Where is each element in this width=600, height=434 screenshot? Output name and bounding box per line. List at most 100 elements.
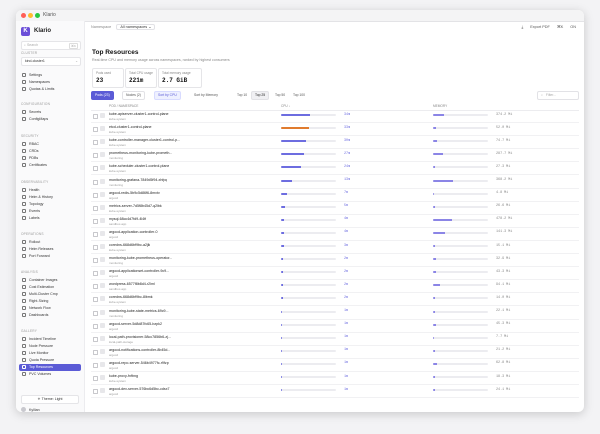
command-palette-button[interactable]: ⌘K [557,25,563,29]
sidebar-item-pvc-volumes[interactable]: PVC Volumes [19,371,81,378]
row-checkbox[interactable] [93,192,98,198]
pod-name[interactable]: coredns-668d6bf9bc-a2jlk [109,243,150,247]
pod-name[interactable]: kube-scheduler-cluster1-control-plane [109,164,169,168]
sidebar-item-multi-cluster-cmp[interactable]: Multi-Cluster Cmp [19,291,81,298]
sidebar-item-helm-releases[interactable]: Helm Releases [19,246,81,253]
sidebar-search-input[interactable]: ⌕ Search ⌘K [21,41,81,50]
row-checkbox[interactable] [93,297,98,303]
sidebar-item-configmaps[interactable]: ConfigMaps [19,116,81,123]
sidebar-item-namespaces[interactable]: Namespaces [19,79,81,86]
sidebar-item-rbac[interactable]: RBAC [19,141,81,148]
table-row[interactable]: mysql-68cc4d7fd9-4l4tf sandbox-app 4m 478.2… [91,216,579,228]
table-row[interactable]: metrics-server-7d5f8b45d7-q2lbk kube-syst… [91,203,579,215]
pod-name[interactable]: monitoring-grafana-7849d5f94-xhfpq [109,178,167,182]
sidebar-item-container-images[interactable]: Container Images [19,277,81,284]
row-checkbox[interactable] [93,140,98,146]
pod-name[interactable]: local-path-provisioner-58cc7856b6-zj... [109,335,171,339]
table-row[interactable]: monitoring-kube-state-metrics-69c9... mon… [91,308,579,320]
tab-pods[interactable]: Pods (23) [91,91,114,100]
pod-name[interactable]: argocd-repo-server-546b4977fc-r9fzp [109,361,169,365]
sidebar-item-rollout[interactable]: Rollout [19,239,81,246]
table-row[interactable]: monitoring-grafana-7849d5f94-xhfpq monito… [91,177,579,189]
table-row[interactable]: argocd-applicationset-controller-9c9... a… [91,268,579,281]
sidebar-item-network-flow[interactable]: Network Flow [19,305,81,312]
namespace-select[interactable]: All namespaces ⌄ [116,24,156,30]
row-checkbox[interactable] [93,114,98,119]
row-checkbox[interactable] [93,153,98,159]
sidebar-item-labels[interactable]: Labels [19,215,81,222]
sidebar-item-port-forward[interactable]: Port Forward [19,253,81,260]
sidebar-item-topology[interactable]: Topology [19,201,81,208]
top-50-button[interactable]: Top 50 [271,91,289,100]
cluster-select[interactable]: kind-cluster1 ⌄ [21,57,81,66]
column-header-memory[interactable]: MEMORY [433,104,447,108]
row-checkbox[interactable] [93,231,98,237]
table-row[interactable]: monitoring-kube-prometheus-operator... mo… [91,255,579,268]
column-header-name[interactable]: POD / NAMESPACE [109,104,138,108]
pod-name[interactable]: argocd-redis-5b9c5d86f6-8mxtv [109,191,160,195]
pod-name[interactable]: argocd-server-5d8d87fc65-bzpk2 [109,322,162,326]
row-checkbox[interactable] [93,179,98,185]
pod-name[interactable]: argocd-dex-server-576bc6d5bc-cdsx7 [109,387,170,391]
sidebar-item-live-monitor[interactable]: Live Monitor [19,350,81,357]
sidebar-item-quota-pressure[interactable]: Quota Pressure [19,357,81,364]
sort-memory-button[interactable]: Sort by Memory [190,91,222,100]
close-window-button[interactable] [21,13,26,18]
table-row[interactable]: etcd-cluster1-control-plane kube-system 33… [91,124,579,137]
sidebar-item-cost-estimation[interactable]: Cost Estimation [19,284,81,291]
minimize-window-button[interactable] [28,13,33,18]
table-row[interactable]: kube-controller-manager-cluster1-control… [91,137,579,150]
table-row[interactable]: argocd-redis-5b9c5d86f6-8mxtv argocd 7m 4.8… [91,190,579,202]
sidebar-item-top-resources[interactable]: Top Resources [19,364,81,371]
table-row[interactable]: argocd-server-5d8d87fc65-bzpk2 argocd 1m 45… [91,321,579,333]
top-10-button[interactable]: Top 10 [233,91,251,100]
sidebar-item-events[interactable]: Events [19,208,81,215]
sidebar-item-right-sizing[interactable]: Right-Sizing [19,298,81,305]
sidebar-item-quotas-limits[interactable]: Quotas & Limits [19,86,81,93]
column-header-cpu[interactable]: CPU ↓ [281,104,290,108]
filter-input[interactable]: ⌕ Filter... [537,91,579,100]
sidebar-item-helm-history[interactable]: Helm & History [19,194,81,201]
table-row[interactable]: argocd-repo-server-546b4977fc-r9fzp argoc… [91,360,579,372]
user-menu[interactable]: Kyllian [21,407,40,412]
sort-cpu-button[interactable]: Sort by CPU [154,91,181,100]
pod-name[interactable]: wordpress-6577f8b8d4-r2lml [109,282,155,286]
pod-name[interactable]: kube-proxy-fnfbng [109,374,138,378]
table-row[interactable]: kube-proxy-fnfbng kube-system 1m 18.3 Mi [91,373,579,385]
pod-name[interactable]: monitoring-kube-prometheus-operator... [109,256,172,260]
row-checkbox[interactable] [93,310,98,316]
sidebar-item-settings[interactable]: Settings [19,72,81,79]
row-checkbox[interactable] [93,323,98,329]
table-row[interactable]: argocd-application-controller-0 argocd 4m 1… [91,229,579,241]
pod-name[interactable]: argocd-applicationset-controller-9c9... [109,269,169,273]
pod-name[interactable]: mysql-68cc4d7fd9-4l4tf [109,217,146,221]
row-checkbox[interactable] [93,127,98,133]
pod-name[interactable]: prometheus-monitoring-kube-prometh... [109,151,172,155]
pod-name[interactable]: kube-controller-manager-cluster1-control… [109,138,180,142]
sidebar-item-certificates[interactable]: Certificates [19,162,81,169]
row-checkbox[interactable] [93,362,98,368]
maximize-window-button[interactable] [35,13,40,18]
pod-name[interactable]: kube-apiserver-cluster1-control-plane [109,112,169,116]
row-checkbox[interactable] [93,284,98,290]
sidebar-item-pdbs[interactable]: PDBs [19,155,81,162]
sidebar-item-incident-timeline[interactable]: Incident Timeline [19,336,81,343]
table-row[interactable]: kube-scheduler-cluster1-control-plane kub… [91,163,579,176]
theme-toggle-button[interactable]: ☀ Theme: Light [21,395,79,404]
table-row[interactable]: prometheus-monitoring-kube-prometh... mon… [91,150,579,163]
pod-name[interactable]: argocd-application-controller-0 [109,230,158,234]
top-100-button[interactable]: Top 100 [289,91,309,100]
table-row[interactable]: argocd-dex-server-576bc6d5bc-cdsx7 argocd… [91,386,579,399]
status-toggle[interactable]: ON [570,25,576,29]
pod-name[interactable]: argocd-notifications-controller-8b45d... [109,348,170,352]
row-checkbox[interactable] [93,376,98,381]
sidebar-item-dashboards[interactable]: Dashboards [19,312,81,319]
table-row[interactable]: coredns-668d6bf9bc-a2jlk kube-system 3m 15.… [91,242,579,254]
row-checkbox[interactable] [93,349,98,355]
row-checkbox[interactable] [93,166,98,172]
pod-name[interactable]: coredns-668d6bf9bc-8lbmk [109,295,153,299]
row-checkbox[interactable] [93,389,98,395]
pod-name[interactable]: etcd-cluster1-control-plane [109,125,152,129]
row-checkbox[interactable] [93,271,98,277]
pod-name[interactable]: metrics-server-7d5f8b45d7-q2lbk [109,204,162,208]
